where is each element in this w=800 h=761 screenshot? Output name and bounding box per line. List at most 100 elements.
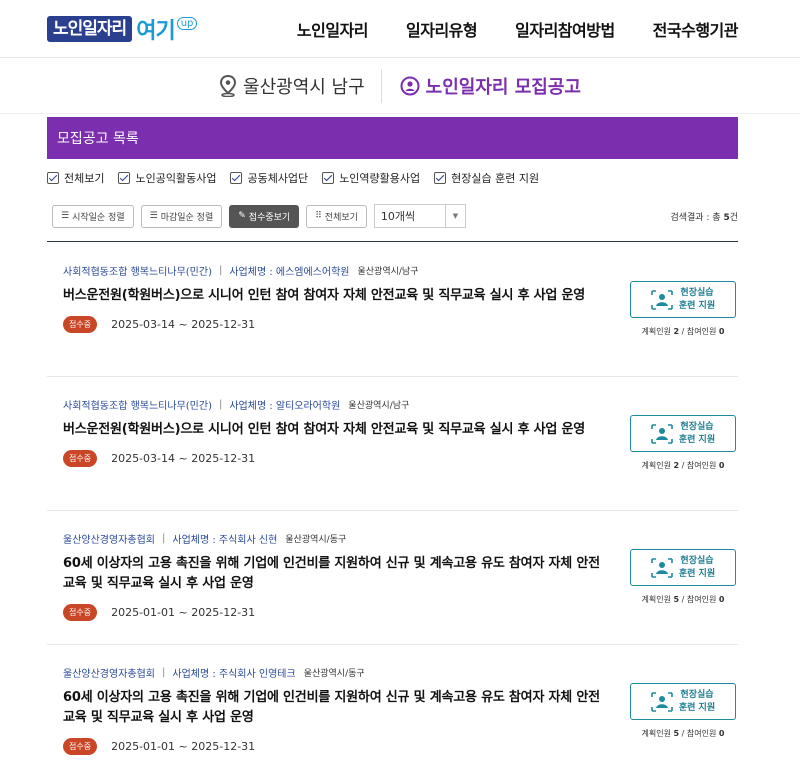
logo-brand: 노인일자리	[47, 15, 133, 42]
job-period: 2025-01-01 ~ 2025-12-31	[111, 606, 256, 619]
main-nav: 노인일자리 일자리유형 일자리참여방법 전국수행기관	[297, 17, 800, 41]
joined-label: 참여인원	[686, 595, 717, 604]
job-title[interactable]: 60세 이상자의 고용 촉진을 위해 기업에 인건비를 지원하여 신규 및 계속…	[63, 688, 608, 728]
person-circle-icon	[400, 76, 420, 95]
meta-separator: |	[218, 265, 223, 276]
job-side: 현장실습훈련 지원 계획인원 2 / 참여인원 0	[614, 415, 736, 471]
headcount: 계획인원 2 / 참여인원 0	[641, 461, 725, 470]
sort-end-button[interactable]: ☰ 마감일순 정렬	[140, 204, 223, 228]
job-title[interactable]: 버스운전원(학원버스)으로 시니어 인턴 참여 참여자 자체 안전교육 및 직무…	[63, 286, 608, 306]
job-org: 사회적협동조합 행복느티나무(민간)	[63, 267, 212, 278]
job-footer: 접수중 2025-01-01 ~ 2025-12-31	[63, 604, 736, 621]
job-listing[interactable]: 울산양산경영자총협회 | 사업체명 : 주식회사 신현 울산광역시/동구 60세 이상…	[63, 531, 736, 621]
headcount: 계획인원 2 / 참여인원 0	[641, 327, 725, 336]
meta-separator: |	[162, 533, 166, 544]
filter-checkboxes: 전체보기 노인공익활동사업 공동체사업단 노인역량활용사업 현장실습 훈련 지원	[47, 168, 553, 188]
planned-label: 계획인원	[641, 595, 671, 604]
job-company: 사업체명 : 알티오라어학원	[229, 401, 341, 412]
job-org: 사회적협동조합 행복느티나무(민간)	[63, 401, 212, 412]
filter-label: 전체보기	[64, 172, 105, 185]
planned-count: 2	[673, 461, 680, 470]
filter-capability[interactable]: 노인역량활용사업	[322, 170, 420, 186]
job-period: 2025-03-14 ~ 2025-12-31	[111, 318, 256, 331]
region-board: 노인일자리 모집공고	[382, 73, 581, 99]
type-line2: 훈련 지원	[678, 568, 716, 579]
nav-senior-jobs[interactable]: 노인일자리	[297, 17, 369, 41]
type-line2: 훈련 지원	[678, 434, 716, 445]
view-all-label: 전체보기	[324, 212, 358, 223]
planned-label: 계획인원	[641, 327, 671, 336]
training-support-button[interactable]: 현장실습 훈련 지원	[630, 281, 736, 318]
joined-label: 참여인원	[686, 327, 717, 336]
nav-job-types[interactable]: 일자리유형	[406, 17, 478, 41]
receiving-label: 접수중보기	[248, 212, 291, 223]
result-count: 검색결과 : 총 5건	[670, 210, 738, 223]
training-support-button[interactable]: 현장실습훈련 지원	[630, 549, 736, 586]
checkbox-checked-icon[interactable]	[322, 172, 335, 184]
filter-training[interactable]: 현장실습 훈련 지원	[434, 170, 539, 186]
caret-down-icon[interactable]: ▼	[444, 205, 465, 227]
sort-start-label: 시작일순 정렬	[72, 212, 125, 223]
job-meta: 사회적협동조합 행복느티나무(민간) | 사업체명 : 에스엠에스어학원 울산광역시/…	[63, 263, 736, 278]
row-divider	[47, 376, 738, 377]
training-support-button[interactable]: 현장실습훈련 지원	[630, 415, 736, 452]
type-line1: 현장실습	[680, 689, 714, 700]
job-title[interactable]: 60세 이상자의 고용 촉진을 위해 기업에 인건비를 지원하여 신규 및 계속…	[63, 554, 608, 594]
nav-agencies[interactable]: 전국수행기관	[653, 17, 739, 41]
job-meta: 울산양산경영자총협회 | 사업체명 : 주식회사 인영테크 울산광역시/동구	[63, 665, 736, 680]
job-location: 울산광역시/동구	[285, 535, 347, 545]
row-divider	[47, 510, 738, 511]
view-all-button[interactable]: ⠿ 전체보기	[306, 204, 367, 228]
type-line2: 훈련 지원	[678, 300, 716, 311]
sort-start-button[interactable]: ☰ 시작일순 정렬	[52, 204, 134, 228]
job-org: 울산양산경영자총협회	[63, 669, 155, 680]
region-location[interactable]: 울산광역시 남구	[219, 68, 382, 103]
checkbox-checked-icon[interactable]	[230, 172, 243, 184]
map-pin-icon	[220, 74, 237, 97]
job-side: 현장실습 훈련 지원 계획인원 2 / 참여인원 0	[614, 281, 736, 337]
job-company: 사업체명 : 주식회사 인영테크	[172, 669, 296, 680]
job-listing[interactable]: 사회적협동조합 행복느티나무(민간) | 사업체명 : 에스엠에스어학원 울산광역시/…	[63, 263, 736, 336]
headcount: 계획인원 5 / 참여인원 0	[641, 595, 725, 604]
meta-separator: |	[162, 667, 166, 678]
grid-icon: ⠿	[315, 211, 322, 221]
nav-how-to-join[interactable]: 일자리참여방법	[515, 17, 615, 41]
filter-label: 노인공익활동사업	[135, 172, 217, 185]
planned-count: 5	[673, 729, 680, 738]
job-location: 울산광역시/남구	[348, 401, 410, 411]
training-support-button[interactable]: 현장실습 훈련 지원	[630, 683, 736, 720]
planned-label: 계획인원	[641, 729, 671, 738]
filter-community[interactable]: 공동체사업단	[230, 170, 308, 186]
trainee-icon	[651, 557, 673, 578]
receiving-view-button[interactable]: ✎ 접수중보기	[229, 204, 300, 228]
list-icon: ☰	[149, 211, 158, 221]
section-title-bar: 모집공고 목록	[47, 117, 738, 159]
job-period: 2025-03-14 ~ 2025-12-31	[111, 452, 256, 465]
result-suffix: 건	[729, 212, 738, 223]
joined-count: 0	[718, 729, 725, 738]
planned-count: 2	[673, 327, 680, 336]
filter-public-activity[interactable]: 노인공익활동사업	[118, 170, 216, 186]
type-line1: 현장실습	[680, 555, 714, 566]
headcount: 계획인원 5 / 참여인원 0	[641, 729, 725, 738]
checkbox-checked-icon[interactable]	[47, 172, 59, 184]
job-location: 울산광역시/남구	[357, 267, 419, 277]
page-size-select[interactable]: 10개씩 ▼	[373, 204, 466, 228]
job-title[interactable]: 버스운전원(학원버스)으로 시니어 인턴 참여 참여자 자체 안전교육 및 직무…	[63, 420, 608, 440]
job-listing[interactable]: 사회적협동조합 행복느티나무(민간) | 사업체명 : 알티오라어학원 울산광역시/남…	[63, 397, 736, 470]
job-meta: 사회적협동조합 행복느티나무(민간) | 사업체명 : 알티오라어학원 울산광역시/남…	[63, 397, 736, 412]
row-divider	[47, 644, 738, 645]
status-badge: 접수중	[63, 450, 98, 467]
joined-label: 참여인원	[686, 461, 717, 470]
checkbox-checked-icon[interactable]	[118, 172, 131, 184]
job-listing[interactable]: 울산양산경영자총협회 | 사업체명 : 주식회사 인영테크 울산광역시/동구 60세 …	[63, 665, 736, 755]
checkbox-checked-icon[interactable]	[434, 172, 447, 184]
joined-count: 0	[718, 595, 725, 604]
trainee-icon	[651, 691, 673, 712]
site-logo[interactable]: 노인일자리 여기 up	[47, 14, 198, 44]
region-board-text: 노인일자리 모집공고	[425, 76, 581, 98]
job-side: 현장실습훈련 지원 계획인원 5 / 참여인원 0	[614, 549, 736, 605]
list-toolbar: ☰ 시작일순 정렬 ☰ 마감일순 정렬 ✎ 접수중보기 ⠿ 전체보기 10개씩 ▼ 검색…	[52, 204, 738, 228]
filter-all[interactable]: 전체보기	[47, 170, 104, 186]
type-line1: 현장실습	[680, 421, 714, 432]
